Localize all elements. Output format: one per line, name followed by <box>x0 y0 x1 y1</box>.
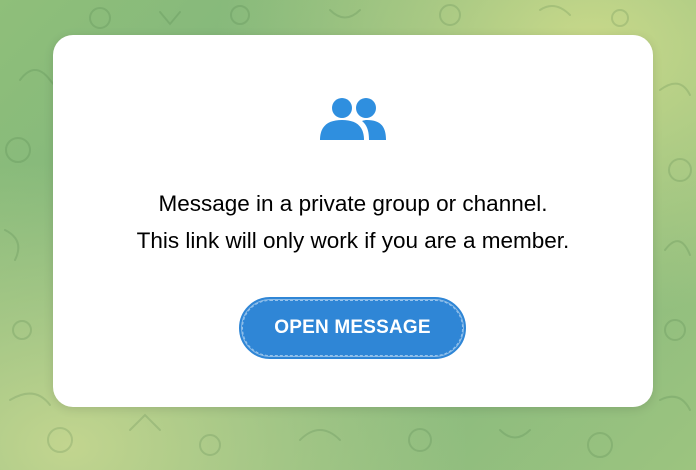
open-message-button-label: OPEN MESSAGE <box>274 317 431 338</box>
dialog-message-line-1: Message in a private group or channel. <box>158 191 548 216</box>
dialog-message-line-2: This link will only work if you are a me… <box>136 228 570 253</box>
group-icon <box>320 98 386 140</box>
open-message-button[interactable]: OPEN MESSAGE <box>239 297 466 359</box>
